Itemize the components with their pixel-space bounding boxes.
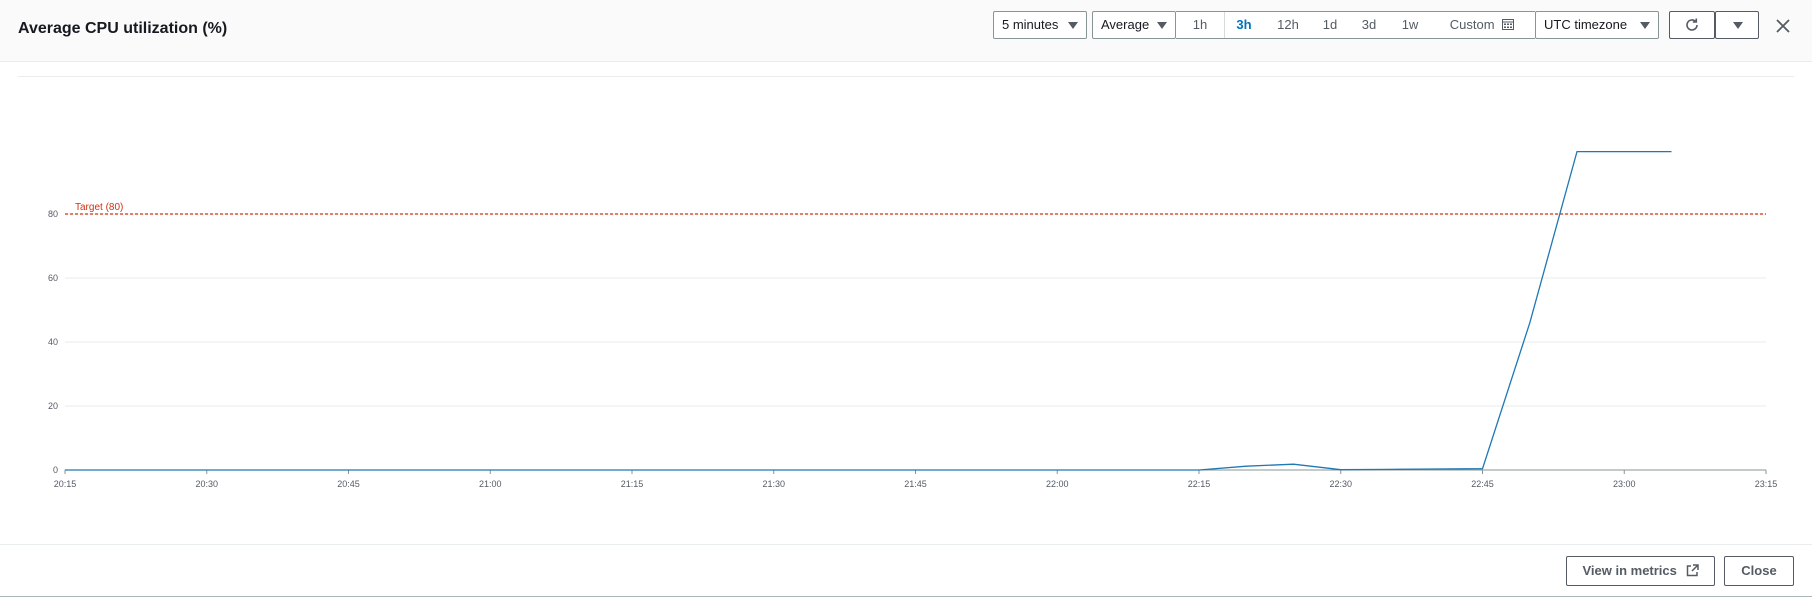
y-tick-label: 60 (48, 273, 58, 283)
timezone-select-value: UTC timezone (1544, 17, 1628, 32)
threshold-label: Target (80) (75, 202, 123, 213)
range-button-3d[interactable]: 3d (1350, 12, 1388, 38)
timezone-select[interactable]: UTC timezone (1535, 11, 1659, 39)
statistic-select-value: Average (1101, 17, 1150, 32)
range-button-1h[interactable]: 1h (1176, 12, 1224, 38)
x-tick-label: 20:30 (195, 479, 218, 489)
x-tick-label: 22:45 (1471, 479, 1494, 489)
x-tick-label: 23:00 (1613, 479, 1636, 489)
calendar-icon (1502, 19, 1515, 30)
close-button[interactable]: Close (1724, 556, 1794, 586)
y-tick-label: 80 (48, 209, 58, 219)
x-tick-label: 21:45 (904, 479, 927, 489)
footer-divider (0, 544, 1812, 545)
x-tick-label: 20:45 (337, 479, 360, 489)
cpu-utilization-chart: 0 20 40 60 80 20:15 20:30 20:45 21:00 21:15 21:30 2… (48, 150, 1778, 489)
range-button-3h[interactable]: 3h (1225, 12, 1263, 38)
range-button-1w[interactable]: 1w (1391, 12, 1429, 38)
y-tick-label: 20 (48, 401, 58, 411)
x-tick-label: 21:15 (621, 479, 644, 489)
y-tick-label: 40 (48, 337, 58, 347)
view-in-metrics-button[interactable]: View in metrics (1566, 556, 1715, 586)
dialog-header: Average CPU utilization (%) 5 minutes Av… (0, 0, 1812, 62)
x-tick-label: 21:30 (762, 479, 785, 489)
close-icon[interactable] (1775, 18, 1791, 34)
refresh-options-button[interactable] (1715, 11, 1759, 39)
range-button-12h[interactable]: 12h (1266, 12, 1310, 38)
period-select-value: 5 minutes (1002, 17, 1059, 32)
x-tick-label: 22:00 (1046, 479, 1069, 489)
header-divider (18, 76, 1794, 77)
refresh-icon (1686, 18, 1698, 31)
external-link-icon (1686, 564, 1699, 577)
statistic-select[interactable]: Average (1092, 11, 1176, 39)
custom-range-button[interactable]: Custom (1432, 12, 1532, 38)
x-tick-label: 23:15 (1755, 479, 1778, 489)
x-tick-label: 21:00 (479, 479, 502, 489)
period-select[interactable]: 5 minutes (993, 11, 1087, 39)
caret-down-icon (1157, 22, 1167, 29)
view-in-metrics-label: View in metrics (1582, 563, 1677, 578)
caret-down-icon (1640, 22, 1650, 29)
y-tick-label: 0 (53, 465, 58, 475)
caret-down-icon (1733, 22, 1743, 29)
caret-down-icon (1068, 22, 1078, 29)
range-button-1d[interactable]: 1d (1312, 12, 1348, 38)
x-tick-label: 22:30 (1329, 479, 1352, 489)
dialog-title: Average CPU utilization (%) (18, 20, 228, 37)
series-line (65, 150, 1672, 471)
time-range-group: 1h 3h 12h 1d 3d 1w Custom (1176, 11, 1535, 39)
custom-range-label: Custom (1449, 17, 1495, 32)
refresh-button[interactable] (1669, 11, 1715, 39)
x-tick-label: 22:15 (1188, 479, 1211, 489)
x-tick-label: 20:15 (54, 479, 77, 489)
